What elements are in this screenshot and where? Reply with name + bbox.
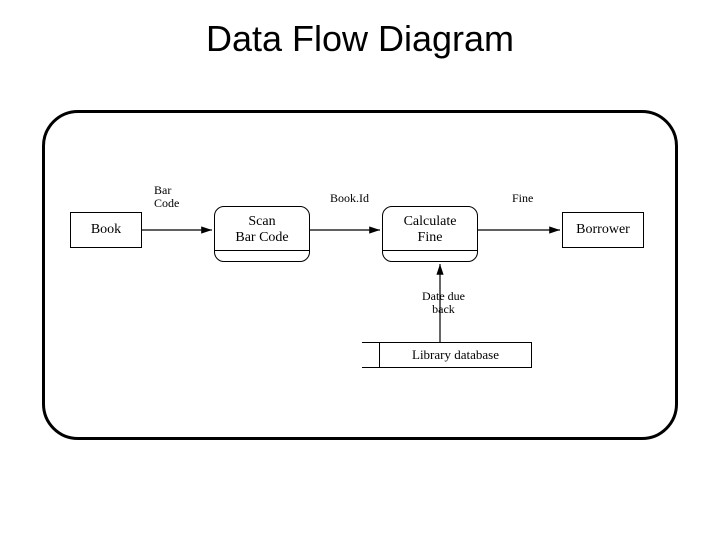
diagram-canvas: Book Scan Bar Code Calculate Fine Borrow… bbox=[42, 110, 678, 440]
arrows-layer bbox=[42, 110, 678, 440]
page-title: Data Flow Diagram bbox=[0, 18, 720, 60]
